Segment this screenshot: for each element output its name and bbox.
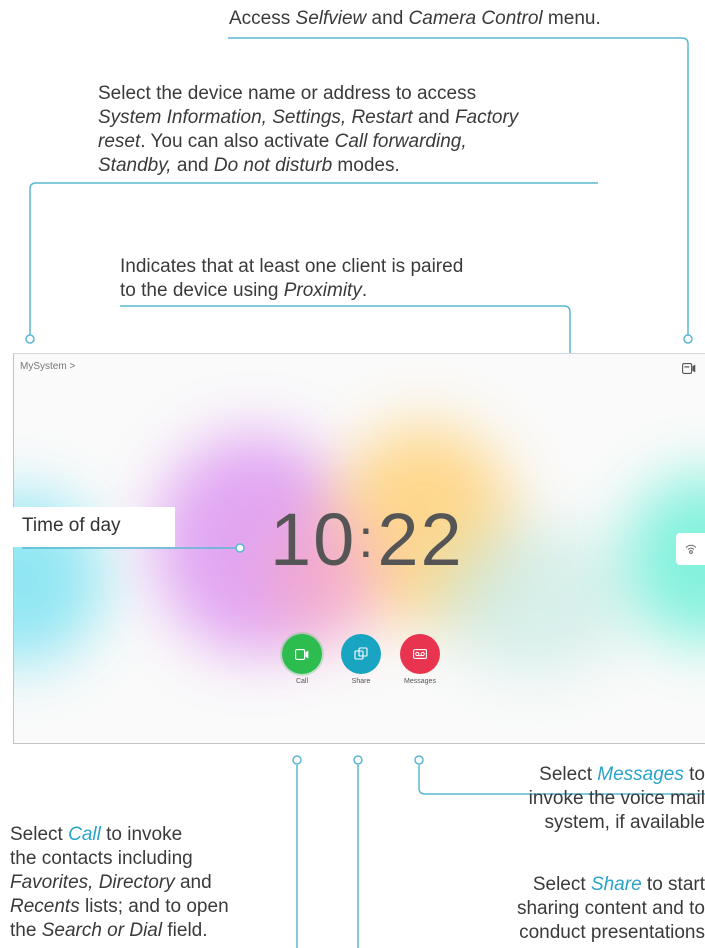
proximity-icon	[685, 544, 697, 554]
clock: 10:22	[270, 497, 464, 582]
call-button[interactable]	[282, 634, 322, 674]
share-callout-text: Select Share to start sharing content an…	[516, 874, 705, 943]
background-glow	[434, 524, 634, 674]
share-callout-dot	[353, 755, 363, 765]
selfview-callout-text: Access Selfview and Camera Control menu.	[229, 8, 601, 29]
selfview-callout-dot	[683, 334, 693, 344]
device-home-screen: MySystem > 10:22 Call Share Messages	[13, 353, 705, 744]
system-name-button[interactable]: MySystem >	[20, 361, 75, 372]
messages-callout-dot	[414, 755, 424, 765]
proximity-indicator	[676, 533, 705, 565]
messages-button-label: Messages	[404, 678, 436, 685]
share-button[interactable]	[341, 634, 381, 674]
call-button-label: Call	[295, 678, 309, 685]
share-button-label: Share	[351, 678, 371, 685]
clock-separator: :	[358, 509, 376, 569]
messages-callout-text: Select Messages to invoke the voice mail…	[528, 764, 705, 833]
proximity-callout-text: Indicates that at least one client is pa…	[120, 256, 464, 301]
call-callout-dot	[292, 755, 302, 765]
video-camera-icon	[295, 648, 309, 660]
selfview-button[interactable]	[682, 361, 696, 379]
share-screen-icon	[354, 647, 368, 660]
call-callout-text: Select Call to invoke the contacts inclu…	[10, 824, 229, 941]
time-of-day-label: Time of day	[13, 507, 175, 547]
messages-button[interactable]	[400, 634, 440, 674]
device-callout-dot	[25, 334, 35, 344]
voicemail-icon	[413, 649, 427, 659]
device-callout-text: Select the device name or address to acc…	[98, 83, 519, 176]
clock-hours: 10	[270, 498, 357, 581]
camera-icon	[682, 363, 696, 374]
clock-minutes: 22	[377, 498, 464, 581]
